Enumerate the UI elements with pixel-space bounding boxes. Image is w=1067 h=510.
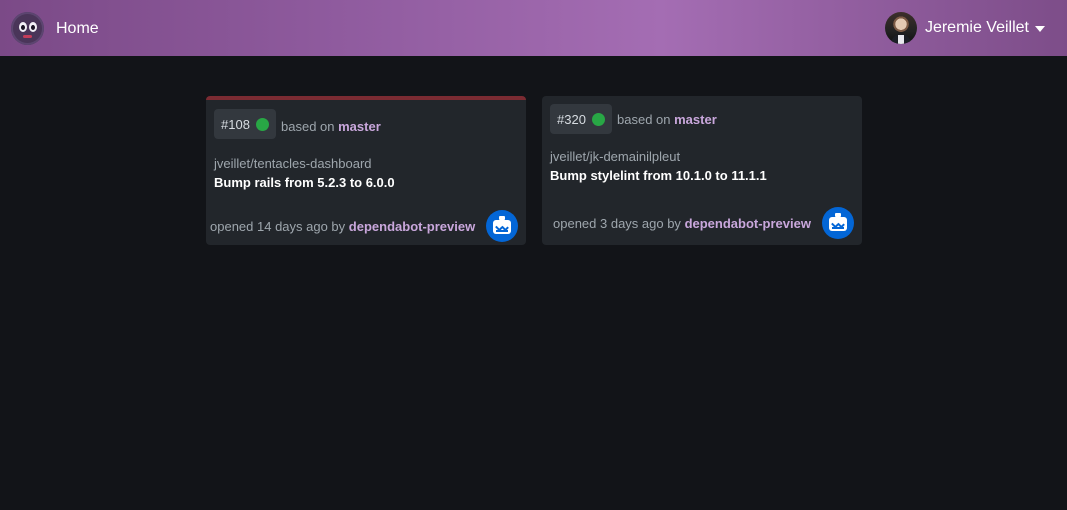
pull-request-card[interactable]: #320 based on master jveillet/jk-demaini… [542,96,862,245]
pr-title[interactable]: Bump rails from 5.2.3 to 6.0.0 [214,175,395,190]
dependabot-avatar-icon[interactable] [486,210,518,242]
user-menu-toggle[interactable]: Jeremie Veillet [884,12,1045,44]
repo-name[interactable]: jveillet/jk-demainilpleut [550,149,680,164]
pr-number-badge[interactable]: #320 [550,104,612,134]
branch-name[interactable]: master [674,112,717,127]
top-navbar: Home Jeremie Veillet [0,0,1067,56]
user-avatar [884,12,917,44]
logo-eye-left [19,22,27,32]
user-name: Jeremie Veillet [924,19,1029,36]
dependabot-avatar-icon[interactable] [822,207,854,239]
pr-number: #108 [221,116,250,132]
based-on-label: based on [617,112,671,127]
pr-title[interactable]: Bump stylelint from 10.1.0 to 11.1.1 [550,168,767,183]
pull-request-card[interactable]: #108 based on master jveillet/tentacles-… [206,96,526,245]
opened-text: opened 14 days ago by dependabot-preview [210,219,475,234]
author-link[interactable]: dependabot-preview [685,216,811,231]
logo-eye-right [29,22,37,32]
pr-number: #320 [557,111,586,127]
opened-label: opened 14 days ago by [210,219,346,234]
status-dot-icon [255,117,269,131]
pr-number-badge[interactable]: #108 [214,109,276,139]
author-link[interactable]: dependabot-preview [349,219,475,234]
branch-name[interactable]: master [338,119,381,134]
logo-mouth [23,35,32,38]
opened-text: opened 3 days ago by dependabot-preview [553,216,811,231]
repo-name[interactable]: jveillet/tentacles-dashboard [214,156,372,171]
status-dot-icon [591,112,605,126]
based-on-text: based on master [617,112,717,127]
caret-down-icon [1035,26,1045,32]
based-on-text: based on master [281,119,381,134]
home-link[interactable]: Home [56,20,99,38]
based-on-label: based on [281,119,335,134]
app-logo-icon[interactable] [11,12,44,45]
opened-label: opened 3 days ago by [553,216,681,231]
